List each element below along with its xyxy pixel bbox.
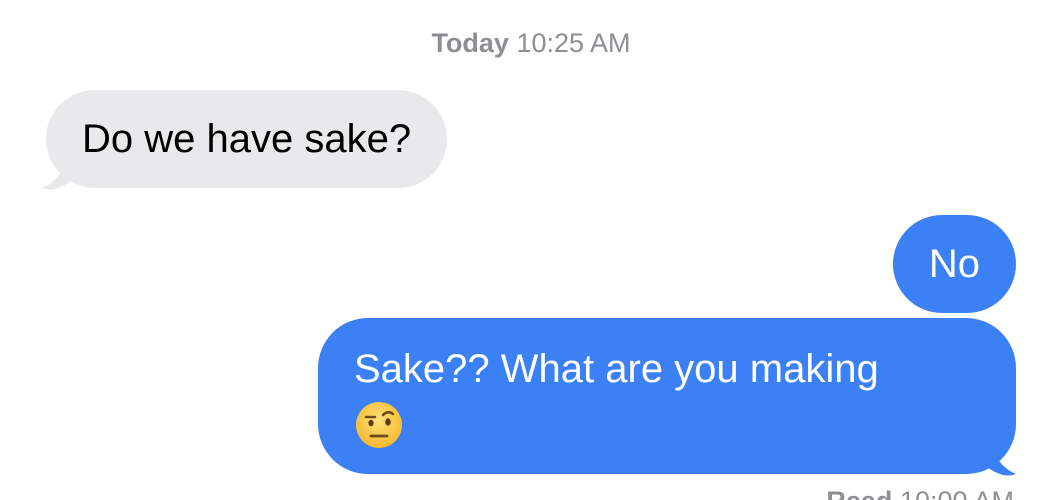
read-receipt-time: 10:00 AM xyxy=(900,486,1014,500)
read-receipt-label: Read xyxy=(826,486,892,500)
read-receipt: Read 10:00 AM xyxy=(826,486,1014,500)
timestamp-time: 10:25 AM xyxy=(516,28,631,58)
incoming-message[interactable]: Do we have sake? xyxy=(42,90,448,190)
face-with-raised-eyebrow-icon xyxy=(356,402,402,448)
outgoing-message-body: Sake?? What are you making xyxy=(318,318,1016,474)
conversation-timestamp: Today 10:25 AM xyxy=(0,28,1062,59)
incoming-message-text: Do we have sake? xyxy=(46,90,448,188)
timestamp-day: Today xyxy=(431,28,509,58)
message-thread: Today 10:25 AM Do we have sake? No Sake?… xyxy=(0,0,1062,500)
outgoing-message-text: No xyxy=(892,215,1016,313)
outgoing-message[interactable]: No xyxy=(892,215,1016,313)
outgoing-message[interactable]: Sake?? What are you making xyxy=(318,318,1016,476)
outgoing-message-text: Sake?? What are you making xyxy=(354,347,879,391)
